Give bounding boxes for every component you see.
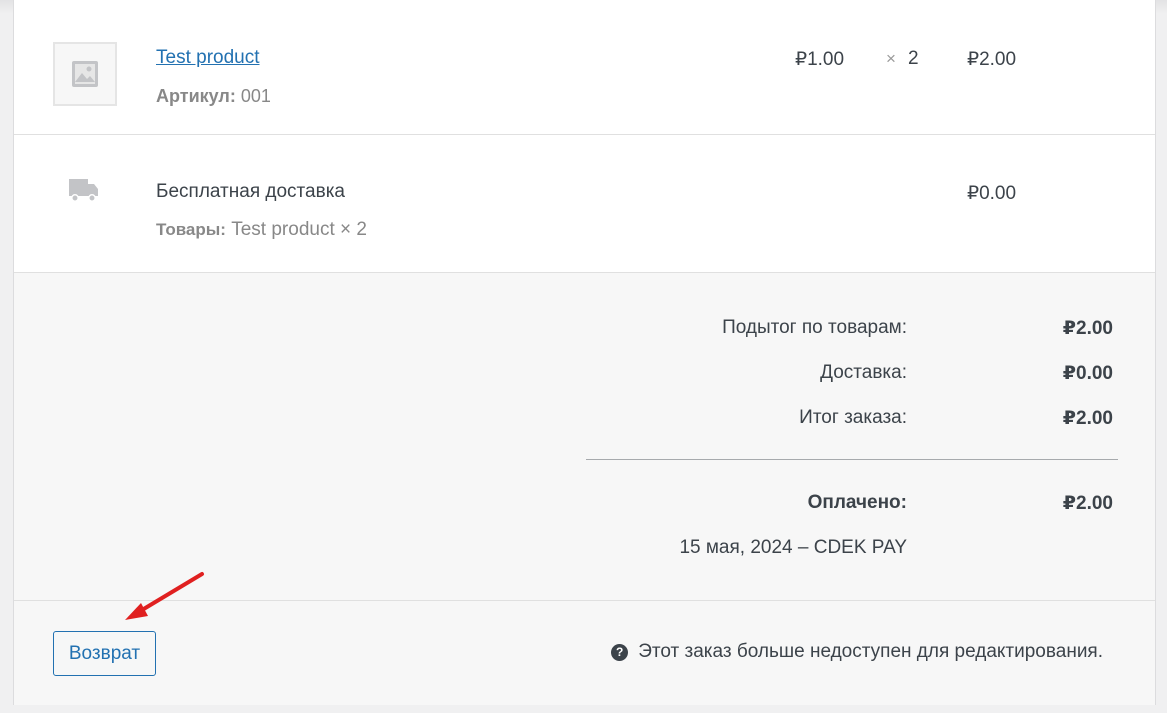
notice-text: Этот заказ больше недоступен для редакти…: [638, 641, 1103, 662]
paid-value: ₽2.00: [1062, 493, 1113, 514]
totals-divider: [586, 459, 1118, 460]
truck-icon: [69, 179, 98, 202]
paid-label: Оплачено:: [807, 492, 907, 513]
paid-date: 15 мая, 2024 – CDEK PAY: [679, 537, 907, 558]
help-icon[interactable]: ?: [611, 643, 629, 661]
quantity-value: 2: [907, 48, 919, 69]
order-totals: Подытог по товарам: ₽2.00 Доставка: ₽0.0…: [14, 273, 1155, 601]
not-editable-notice: ? Этот заказ больше недоступен для редак…: [611, 641, 1103, 663]
shipping-label: Доставка:: [820, 362, 907, 383]
item-cost: ₽1.00: [795, 49, 845, 70]
image-placeholder-icon: [72, 61, 98, 87]
refund-button[interactable]: Возврат: [53, 631, 156, 676]
shipping-value: ₽0.00: [1062, 363, 1113, 384]
subtotal-label: Подытог по товарам:: [722, 317, 907, 338]
item-line-total: ₽2.00: [967, 49, 1017, 70]
order-item-row: Test product Артикул: 001 ₽1.00 × 2 ₽2.00: [14, 0, 1155, 135]
product-name-link[interactable]: Test product: [156, 47, 260, 69]
item-quantity: × 2: [886, 48, 919, 70]
shipping-method-title: Бесплатная доставка: [156, 181, 345, 202]
product-sku: Артикул: 001: [156, 86, 271, 107]
sku-label: Артикул:: [156, 86, 236, 106]
multiply-sign: ×: [886, 49, 896, 68]
sku-value: 001: [240, 86, 271, 106]
annotation-arrow-icon: [125, 572, 204, 620]
order-total-value: ₽2.00: [1062, 408, 1113, 429]
order-total-label: Итог заказа:: [799, 407, 907, 428]
shipping-total: ₽0.00: [967, 183, 1017, 204]
shipping-items-value: Test product × 2: [231, 219, 367, 240]
product-thumbnail: [53, 42, 117, 106]
shipping-items-label: Товары:: [156, 220, 226, 239]
shipping-row: Бесплатная доставка Товары: Test product…: [14, 147, 1155, 273]
shipping-items: Товары: Test product × 2: [156, 219, 367, 241]
subtotal-value: ₽2.00: [1062, 318, 1113, 339]
